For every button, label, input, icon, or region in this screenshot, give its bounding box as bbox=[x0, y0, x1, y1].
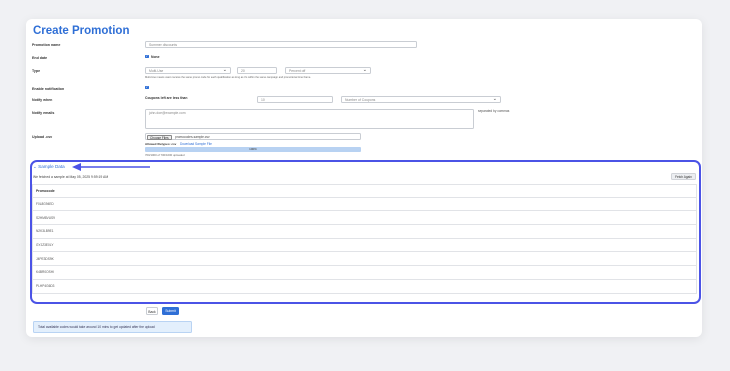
arrow-left-icon bbox=[72, 163, 150, 171]
notify-unit-select[interactable]: Number of Coupons bbox=[341, 95, 501, 103]
download-sample-link[interactable]: Download Sample File bbox=[180, 142, 212, 146]
promotion-name-label: Promotion name bbox=[32, 43, 61, 47]
notify-threshold-input[interactable]: 10 bbox=[257, 95, 333, 103]
chevron-down-icon: ⌄ bbox=[33, 164, 37, 169]
table-row: S2HM8VUS9 bbox=[32, 211, 697, 226]
table-row: PLHP4G6D3 bbox=[32, 279, 697, 294]
submit-button[interactable]: Submit bbox=[162, 307, 179, 315]
table-header-promocode: Promocode bbox=[32, 184, 697, 198]
table-row: J4PE3DS9K bbox=[32, 252, 697, 267]
notify-emails-label: Notify emails bbox=[32, 111, 55, 115]
amount-input[interactable]: 20 bbox=[237, 66, 277, 74]
type-select[interactable]: Multi-Use bbox=[145, 66, 231, 74]
enable-notification-label: Enable notification bbox=[32, 87, 65, 91]
type-help-text: Multi-Use means users receive the same p… bbox=[145, 75, 311, 79]
end-date-none-label: None bbox=[151, 54, 160, 59]
sample-table: Promocode F0L8G94ED S2HM8VUS9 N2K3LB9E1 … bbox=[32, 184, 697, 294]
discount-unit-select[interactable]: Percent off bbox=[285, 66, 371, 74]
selected-file-name: promocodes-sample.csv bbox=[175, 135, 210, 139]
notify-emails-textarea[interactable]: john.doe@example.com bbox=[145, 109, 474, 129]
choose-files-button[interactable]: Choose Files bbox=[147, 134, 172, 140]
table-row: GYJZ3E0LY bbox=[32, 238, 697, 253]
end-date-none-checkbox[interactable]: ✓ bbox=[145, 54, 149, 59]
notify-condition-text: Coupons left are less than bbox=[145, 96, 188, 100]
sample-data-title-text: Sample Data bbox=[38, 164, 65, 169]
notify-when-label: Notify when bbox=[32, 98, 53, 102]
end-date-label: End date bbox=[32, 56, 48, 60]
upload-progress-bar: 100% bbox=[145, 147, 361, 152]
sample-data-title[interactable]: ⌄ Sample Data bbox=[33, 164, 65, 170]
table-row: K4BR0OSHI bbox=[32, 266, 697, 280]
enable-notification-checkbox[interactable]: ✓ bbox=[145, 85, 149, 90]
sample-fetched-text: We fetched a sample at May 05, 2025 9:59… bbox=[33, 174, 109, 179]
page-title: Create Promotion bbox=[33, 25, 130, 37]
table-row: N2K3LB9E1 bbox=[32, 225, 697, 239]
back-button[interactable]: Back bbox=[146, 307, 158, 315]
fetch-again-button[interactable]: Fetch Again bbox=[671, 172, 696, 180]
info-note: Total available codes would take around … bbox=[33, 321, 192, 333]
type-label: Type bbox=[32, 69, 41, 73]
upload-csv-label: Upload .csv bbox=[32, 135, 53, 139]
notify-emails-hint: separated by commas bbox=[478, 109, 510, 113]
upload-progress-caption: 700/1000 of 700/1000 uploaded bbox=[145, 152, 185, 157]
allowed-filetypes-text: Allowed filetypes: csv bbox=[145, 142, 177, 146]
table-row: F0L8G94ED bbox=[32, 197, 697, 212]
promotion-name-input[interactable]: Summer discounts bbox=[145, 41, 417, 48]
upload-progress-fill: 100% bbox=[145, 147, 361, 152]
